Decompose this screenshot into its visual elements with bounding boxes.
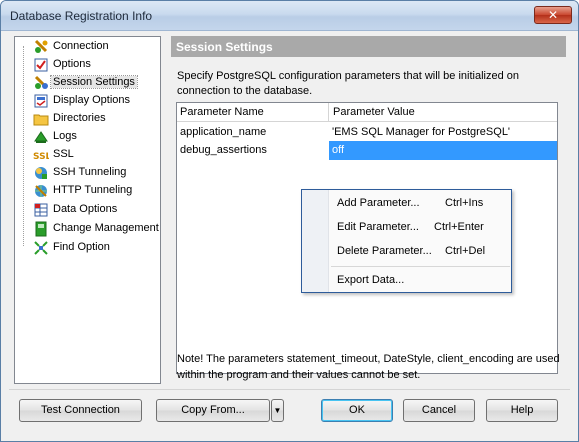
parameter-value-cell[interactable]: 'EMS SQL Manager for PostgreSQL' (329, 123, 557, 142)
tree-item-ssl[interactable]: SSL SSL (15, 146, 160, 164)
data-options-icon (33, 202, 49, 218)
menu-item-delete-parameter[interactable]: Delete Parameter... Ctrl+Del (302, 240, 511, 262)
table-row[interactable]: debug_assertions off (177, 141, 557, 160)
tree-item-change-management[interactable]: Change Management (15, 220, 160, 238)
column-header-parameter-value[interactable]: Parameter Value (333, 106, 415, 118)
session-settings-icon (33, 75, 49, 91)
menu-item-shortcut: Ctrl+Enter (434, 221, 484, 233)
column-divider (328, 103, 329, 122)
context-menu: Add Parameter... Ctrl+Ins Edit Parameter… (301, 189, 512, 293)
tree-item-options[interactable]: Options (15, 56, 160, 74)
ssh-tunneling-icon (33, 165, 49, 181)
connection-icon (33, 39, 49, 55)
tree-item-label: Logs (53, 130, 77, 142)
ssl-icon: SSL (33, 147, 49, 163)
menu-item-shortcut: Ctrl+Del (445, 245, 486, 257)
logs-icon (33, 129, 49, 145)
tree-item-label: Session Settings (50, 75, 138, 89)
menu-item-label: Delete Parameter... (337, 245, 432, 257)
tree-item-label: Data Options (53, 203, 118, 215)
tree-item-label: SSL (53, 148, 74, 160)
dialog-content: Connection Options Session Settings Disp… (1, 32, 578, 441)
column-header-parameter-name[interactable]: Parameter Name (180, 106, 264, 118)
menu-item-export-data[interactable]: Export Data... (302, 269, 511, 291)
tree-item-label: Directories (53, 112, 106, 124)
note-text: Note! The parameters statement_timeout, … (177, 353, 560, 381)
change-management-icon (33, 221, 49, 237)
tree-item-label: Connection (53, 40, 109, 52)
parameter-value-cell[interactable]: off (329, 141, 557, 160)
tree-item-ssh-tunneling[interactable]: SSH Tunneling (15, 164, 160, 182)
http-tunneling-icon (33, 183, 49, 199)
ok-button[interactable]: OK (321, 399, 393, 422)
find-option-icon (33, 240, 49, 256)
section-header: Session Settings (171, 36, 566, 57)
tree-item-label: Change Management (53, 222, 159, 234)
close-button[interactable]: ✕ (534, 6, 572, 24)
menu-item-label: Export Data... (337, 274, 405, 286)
tree-item-http-tunneling[interactable]: HTTP Tunneling (15, 182, 160, 200)
tree-item-session-settings[interactable]: Session Settings (15, 74, 160, 92)
tree-item-label: Display Options (53, 94, 131, 106)
tree-item-label: Options (53, 58, 91, 70)
button-bar-divider (9, 389, 570, 390)
test-connection-button[interactable]: Test Connection (19, 399, 142, 422)
tree-item-display-options[interactable]: Display Options (15, 92, 160, 110)
section-description: Specify PostgreSQL configuration paramet… (177, 70, 519, 97)
window-title: Database Registration Info (10, 9, 153, 23)
table-row[interactable]: application_name 'EMS SQL Manager for Po… (177, 123, 557, 142)
menu-item-label: Edit Parameter... (337, 221, 419, 233)
help-button[interactable]: Help (486, 399, 558, 422)
title-bar: Database Registration Info ✕ (1, 1, 578, 31)
dialog-window: Database Registration Info ✕ Connection … (0, 0, 579, 442)
tree-item-directories[interactable]: Directories (15, 110, 160, 128)
menu-item-shortcut: Ctrl+Ins (445, 197, 484, 209)
tree-item-data-options[interactable]: Data Options (15, 201, 160, 219)
menu-item-add-parameter[interactable]: Add Parameter... Ctrl+Ins (302, 192, 511, 214)
tree-item-label: HTTP Tunneling (53, 184, 133, 196)
menu-item-label: Add Parameter... (337, 197, 420, 209)
tree-item-find-option[interactable]: Find Option (15, 239, 160, 257)
tree-item-connection[interactable]: Connection (15, 38, 160, 56)
settings-tree[interactable]: Connection Options Session Settings Disp… (14, 36, 161, 384)
folder-icon (33, 111, 49, 127)
cancel-button[interactable]: Cancel (403, 399, 475, 422)
options-icon (33, 57, 49, 73)
tree-item-label: SSH Tunneling (53, 166, 127, 178)
svg-text:SSL: SSL (33, 152, 49, 162)
parameter-name-cell[interactable]: application_name (180, 126, 266, 138)
parameter-name-cell[interactable]: debug_assertions (180, 144, 267, 156)
copy-from-button[interactable]: Copy From... (156, 399, 270, 422)
menu-separator (331, 266, 510, 267)
tree-item-label: Find Option (53, 241, 110, 253)
menu-item-edit-parameter[interactable]: Edit Parameter... Ctrl+Enter (302, 216, 511, 238)
display-options-icon (33, 93, 49, 109)
grid-header: Parameter Name Parameter Value (177, 103, 557, 122)
tree-item-logs[interactable]: Logs (15, 128, 160, 146)
copy-from-dropdown-button[interactable]: ▼ (271, 399, 284, 422)
